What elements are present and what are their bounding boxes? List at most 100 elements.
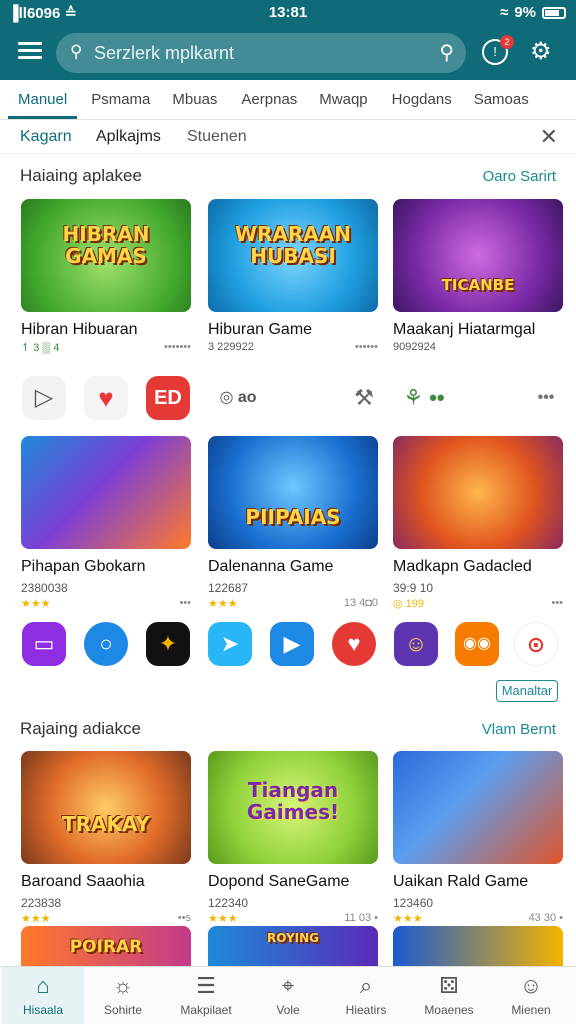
game-thumbnail bbox=[393, 751, 563, 864]
app-rating: ★★★ 43 30 • bbox=[393, 912, 563, 925]
play-icon[interactable]: ▷ bbox=[22, 376, 66, 420]
app-card[interactable]: WRARAAN HUBASI Hiburan Game 3 229922 •••… bbox=[208, 199, 378, 355]
vote-icon: ⌖ bbox=[281, 973, 295, 998]
app-extra: ••s bbox=[177, 912, 191, 924]
app-card[interactable]: PIIPAIAS Dalenanna Game 122687 ★★★ 13 4◘… bbox=[208, 436, 378, 611]
home-icon: ⌂ bbox=[36, 973, 50, 998]
status-time: 13:81 bbox=[268, 4, 308, 21]
heart-icon[interactable]: ♥ bbox=[84, 376, 128, 420]
video-app-icon[interactable]: ▶ bbox=[270, 622, 314, 666]
app-title: Pihapan Gbokarn bbox=[21, 558, 146, 575]
menu-icon[interactable] bbox=[16, 38, 44, 66]
nav-item-vote[interactable]: ⌖ Vole bbox=[247, 967, 329, 1024]
more-apps-button[interactable]: Manaltar bbox=[496, 680, 558, 702]
app-downloads: 39:9 10 bbox=[393, 581, 434, 595]
nav-item-games[interactable]: ⚄ Moaenes bbox=[408, 967, 490, 1024]
app-extra: ••••••• bbox=[164, 341, 191, 353]
thumbnail-art-text: PIIPAIAS bbox=[245, 505, 341, 529]
app-card[interactable]: HIBRAN GAMAS Hibran Hibuaran ↿ 3 ▒ 4 •••… bbox=[21, 199, 191, 355]
love-app-icon[interactable]: ♥ bbox=[332, 622, 376, 666]
settings-gear-icon[interactable]: ⚙ bbox=[530, 37, 552, 66]
app-card[interactable]: Tiangan Gaimes! Dopond SaneGame 122340 ★… bbox=[208, 751, 378, 926]
nav-label: Hisaala bbox=[22, 1003, 64, 1017]
notification-badge: 2 bbox=[500, 35, 514, 49]
nav-item-market[interactable]: ☰ Makpilaet bbox=[165, 967, 247, 1024]
category-tab[interactable]: Mbuas bbox=[162, 82, 227, 119]
category-tab[interactable]: Hogdans bbox=[382, 82, 462, 119]
subtab[interactable]: Aplkajms bbox=[96, 128, 161, 146]
app-card[interactable]: Pihapan Gbokarn 2380038 ★★★ ••• bbox=[21, 436, 191, 611]
app-extra: 13 4◘0 bbox=[343, 597, 378, 609]
category-tab[interactable]: Manuel bbox=[8, 82, 78, 119]
app-title: Dalenanna Game bbox=[208, 558, 334, 575]
nav-label: Makpilaet bbox=[180, 1003, 232, 1017]
thumbnail-art-text: POIRAR bbox=[69, 937, 143, 957]
category-tabs: Manuel Psmama Mbuas Aerpnas Mwaqp Hogdan… bbox=[0, 80, 576, 120]
app-extra: 43 30 • bbox=[528, 912, 563, 924]
game-thumbnail bbox=[21, 436, 191, 549]
wallet-app-icon[interactable]: ▭ bbox=[22, 622, 66, 666]
game-thumbnail: TICANBE bbox=[393, 199, 563, 312]
nav-item-profile[interactable]: ☺ Mienen bbox=[490, 967, 572, 1024]
gold-app-icon[interactable]: ✦ bbox=[146, 622, 190, 666]
subtab[interactable]: Stuenen bbox=[187, 128, 247, 146]
nav-item-discover[interactable]: ⌕ Hieatirs bbox=[325, 967, 407, 1024]
app-title: Dopond SaneGame bbox=[208, 873, 350, 890]
app-card[interactable]: POIRAR bbox=[21, 926, 191, 966]
app-card[interactable] bbox=[393, 926, 563, 966]
app-rating: ★★★ 13 4◘0 bbox=[208, 597, 378, 610]
app-card[interactable]: Madkapn Gadacled 39:9 10 ◎ 199 ••• bbox=[393, 436, 563, 611]
app-rating: ◎ 199 ••• bbox=[393, 597, 563, 610]
plant-icon[interactable]: ⚘ •• bbox=[396, 376, 452, 420]
close-icon[interactable]: ✕ bbox=[540, 124, 558, 150]
subtab[interactable]: Kagarn bbox=[20, 128, 72, 146]
category-tab[interactable]: Aerpnas bbox=[231, 82, 307, 119]
game-thumbnail: WRARAAN HUBASI bbox=[208, 199, 378, 312]
nav-label: Mienen bbox=[511, 1003, 551, 1017]
app-downloads: 2380038 bbox=[21, 581, 68, 595]
nav-item-home[interactable]: ⌂ Hisaala bbox=[2, 967, 84, 1024]
search-bar[interactable]: ⚲ ⚲ bbox=[56, 33, 466, 73]
app-card[interactable]: ROYING bbox=[208, 926, 378, 966]
game-thumbnail: POIRAR bbox=[21, 926, 191, 966]
thumbnail-art-text: HIBRAN GAMAS bbox=[62, 222, 150, 268]
app-card[interactable]: Uaikan Rald Game 123460 ★★★ 43 30 • bbox=[393, 751, 563, 926]
app-extra: ••• bbox=[551, 597, 563, 609]
games-icon: ⚄ bbox=[439, 973, 459, 998]
more-icon[interactable]: ••• bbox=[524, 376, 568, 420]
basketball-icon[interactable]: ◎ ao bbox=[208, 376, 268, 420]
app-downloads: 122687 bbox=[208, 581, 249, 595]
app-card[interactable]: TICANBE Maakanj Hiatarmgal 9092924 bbox=[393, 199, 563, 355]
section-see-all-link[interactable]: Vlam Bernt bbox=[482, 721, 556, 738]
app-meta: 9092924 bbox=[393, 341, 436, 353]
section-see-all-link[interactable]: Oaro Sarirt bbox=[483, 168, 556, 185]
eyes-app-icon[interactable]: ◉◉ bbox=[455, 622, 499, 666]
nav-item-search[interactable]: ☼ Sohirte bbox=[82, 967, 164, 1024]
market-icon: ☰ bbox=[196, 973, 216, 998]
search-input[interactable] bbox=[94, 39, 424, 67]
face-app-icon[interactable]: ☺ bbox=[394, 622, 438, 666]
nav-label: Moaenes bbox=[424, 1003, 474, 1017]
tools-icon[interactable]: ⚒ bbox=[342, 376, 386, 420]
game-thumbnail: TRAKAY bbox=[21, 751, 191, 864]
category-tab[interactable]: Psmama bbox=[81, 82, 160, 119]
wifi-icon: ≈ bbox=[500, 4, 509, 21]
ed-app-icon[interactable]: ED bbox=[146, 376, 190, 420]
search-icon: ⚲ bbox=[70, 42, 83, 61]
app-icon-row: ▭ ○ ✦ ➤ ▶ ♥ ☺ ◉◉ ⊙ bbox=[0, 622, 576, 670]
discover-icon: ⌕ bbox=[359, 973, 373, 998]
red-app-icon[interactable]: ⊙ bbox=[514, 622, 558, 666]
app-rating: ★★★ ••s bbox=[21, 912, 191, 925]
app-card[interactable]: TRAKAY Baroand Saaohia 223838 ★★★ ••s bbox=[21, 751, 191, 926]
magnifier-icon[interactable]: ⚲ bbox=[439, 40, 454, 65]
app-rating: ★★★ 11 03 • bbox=[208, 912, 378, 925]
status-right: ≈ 9% bbox=[500, 4, 566, 21]
category-tab[interactable]: Samoas bbox=[464, 82, 539, 119]
chat-app-icon[interactable]: ○ bbox=[84, 622, 128, 666]
game-thumbnail bbox=[393, 926, 563, 966]
game-thumbnail: PIIPAIAS bbox=[208, 436, 378, 549]
app-title: Baroand Saaohia bbox=[21, 873, 145, 890]
send-app-icon[interactable]: ➤ bbox=[208, 622, 252, 666]
notification-button[interactable]: ! 2 bbox=[482, 35, 514, 65]
category-tab[interactable]: Mwaqp bbox=[309, 82, 377, 119]
